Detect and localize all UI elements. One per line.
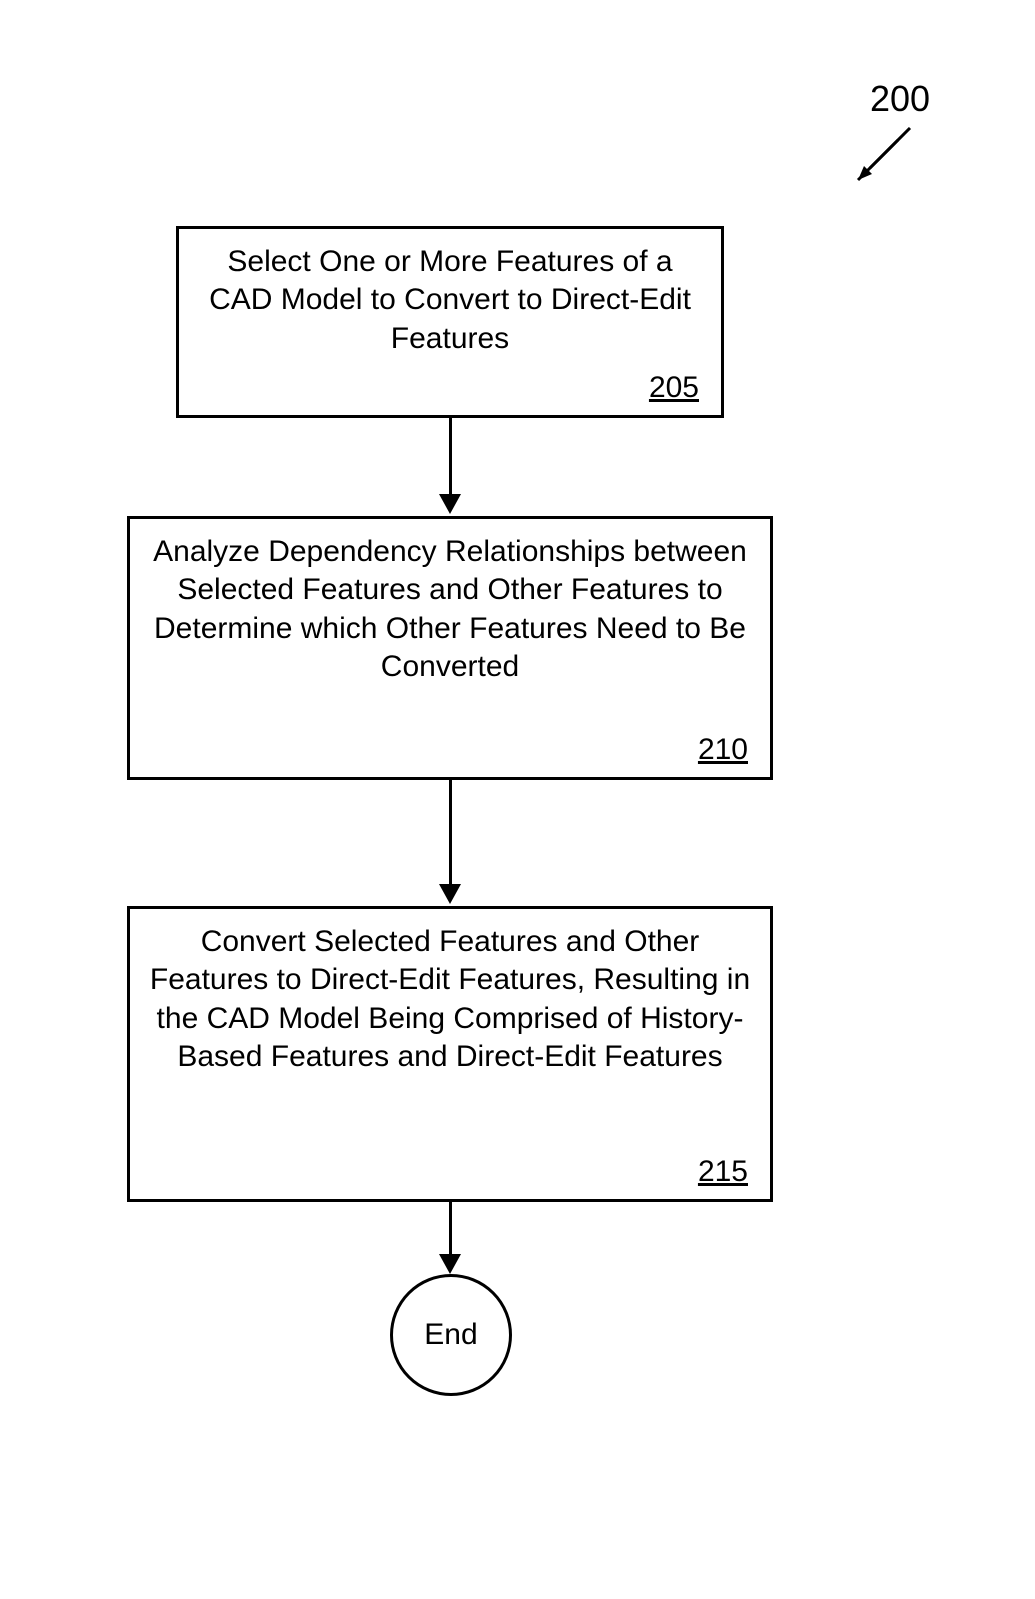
- connector-215-end-line: [449, 1202, 452, 1258]
- flowchart-canvas: 200 Select One or More Features of a CAD…: [0, 0, 1035, 1599]
- step-205-text: Select One or More Features of a CAD Mod…: [179, 229, 721, 358]
- step-215-box: Convert Selected Features and Other Feat…: [127, 906, 773, 1202]
- step-210-ref: 210: [698, 733, 748, 767]
- figure-indicator-arrow: [840, 118, 930, 198]
- step-205-box: Select One or More Features of a CAD Mod…: [176, 226, 724, 418]
- connector-205-210-line: [449, 418, 452, 498]
- step-215-ref: 215: [698, 1155, 748, 1189]
- connector-205-210-arrowhead: [439, 494, 461, 514]
- step-205-ref: 205: [649, 371, 699, 405]
- connector-210-215-line: [449, 780, 452, 888]
- step-210-text: Analyze Dependency Relationships between…: [130, 519, 770, 687]
- step-215-text: Convert Selected Features and Other Feat…: [130, 909, 770, 1077]
- step-210-box: Analyze Dependency Relationships between…: [127, 516, 773, 780]
- end-label: End: [424, 1318, 477, 1352]
- end-terminal: End: [390, 1274, 512, 1396]
- connector-210-215-arrowhead: [439, 884, 461, 904]
- figure-number: 200: [870, 78, 930, 120]
- connector-215-end-arrowhead: [439, 1254, 461, 1274]
